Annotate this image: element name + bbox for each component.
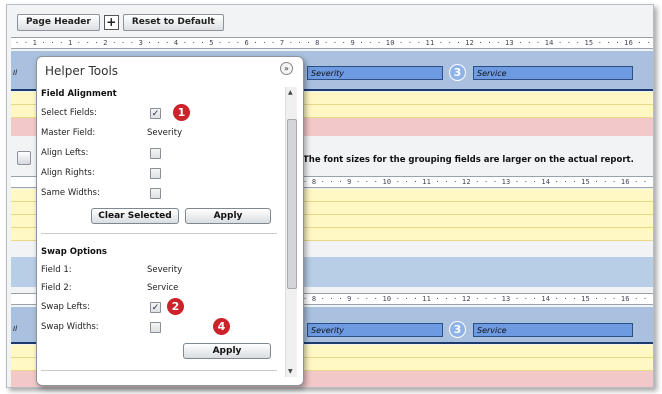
swap-widths-label: Swap Widths: bbox=[41, 322, 99, 332]
helper-tools-title: Helper Tools bbox=[45, 64, 119, 78]
page-header-button[interactable]: Page Header bbox=[17, 13, 100, 31]
service-field-top[interactable]: Service bbox=[473, 66, 633, 80]
reset-to-default-button[interactable]: Reset to Default bbox=[122, 13, 224, 31]
align-lefts-checkbox[interactable] bbox=[150, 148, 161, 159]
swap-lefts-checkbox[interactable]: ✓ bbox=[150, 302, 161, 313]
align-lefts-label: Align Lefts: bbox=[41, 148, 89, 158]
add-section-button[interactable]: + bbox=[103, 14, 119, 30]
severity-field-bottom[interactable]: Severity bbox=[307, 323, 443, 337]
alignment-apply-button[interactable]: Apply bbox=[185, 208, 271, 224]
badge-three-bottom: 3 bbox=[449, 321, 466, 338]
align-rights-checkbox[interactable] bbox=[150, 168, 161, 179]
helper-tools-panel: Helper Tools » Field Alignment Select Fi… bbox=[36, 56, 304, 386]
side-label-bottom: Il bbox=[13, 325, 18, 333]
section-toggle-button[interactable] bbox=[17, 151, 31, 165]
align-rights-label: Align Rights: bbox=[41, 168, 95, 178]
swap-options-title: Swap Options bbox=[41, 247, 107, 257]
swap-apply-button[interactable]: Apply bbox=[183, 343, 271, 359]
field-alignment-title: Field Alignment bbox=[41, 89, 117, 99]
top-ruler: · · 1 · · · 1 · · · 2 · · · 3 · · · 4 · … bbox=[11, 37, 653, 49]
badge-two: 2 bbox=[167, 298, 184, 315]
master-field-label: Master Field: bbox=[41, 128, 96, 138]
service-field-bottom[interactable]: Service bbox=[473, 323, 633, 337]
severity-field-top[interactable]: Severity bbox=[307, 66, 443, 80]
select-fields-label: Select Fields: bbox=[41, 108, 97, 118]
field2-value: Service bbox=[147, 283, 179, 293]
select-fields-checkbox[interactable]: ✓ bbox=[150, 108, 161, 119]
collapse-icon[interactable]: » bbox=[280, 62, 293, 75]
helper-tools-body: Field Alignment Select Fields: ✓ 1 Maste… bbox=[37, 87, 287, 382]
swap-widths-checkbox[interactable] bbox=[150, 322, 161, 333]
badge-one: 1 bbox=[173, 104, 190, 121]
panel-scrollbar[interactable]: ▲ ▼ bbox=[285, 87, 297, 377]
section-divider bbox=[41, 370, 277, 371]
swap-lefts-label: Swap Lefts: bbox=[41, 302, 90, 312]
badge-three-top: 3 bbox=[449, 64, 466, 81]
section-divider bbox=[41, 233, 277, 234]
field1-value: Severity bbox=[147, 265, 183, 275]
field2-label: Field 2: bbox=[41, 283, 72, 293]
same-widths-checkbox[interactable] bbox=[150, 188, 161, 199]
scrollbar-thumb[interactable] bbox=[287, 119, 297, 289]
master-field-value: Severity bbox=[147, 128, 183, 138]
scroll-up-icon[interactable]: ▲ bbox=[288, 89, 293, 96]
font-size-note: The font sizes for the grouping fields a… bbox=[303, 155, 634, 165]
same-widths-label: Same Widths: bbox=[41, 188, 100, 198]
scroll-down-icon[interactable]: ▼ bbox=[288, 368, 293, 375]
badge-four: 4 bbox=[213, 318, 230, 335]
designer-toolbar: Page Header + Reset to Default bbox=[17, 13, 224, 31]
clear-selected-button[interactable]: Clear Selected bbox=[91, 208, 179, 224]
field1-label: Field 1: bbox=[41, 265, 72, 275]
side-label-top: Il bbox=[13, 69, 18, 77]
